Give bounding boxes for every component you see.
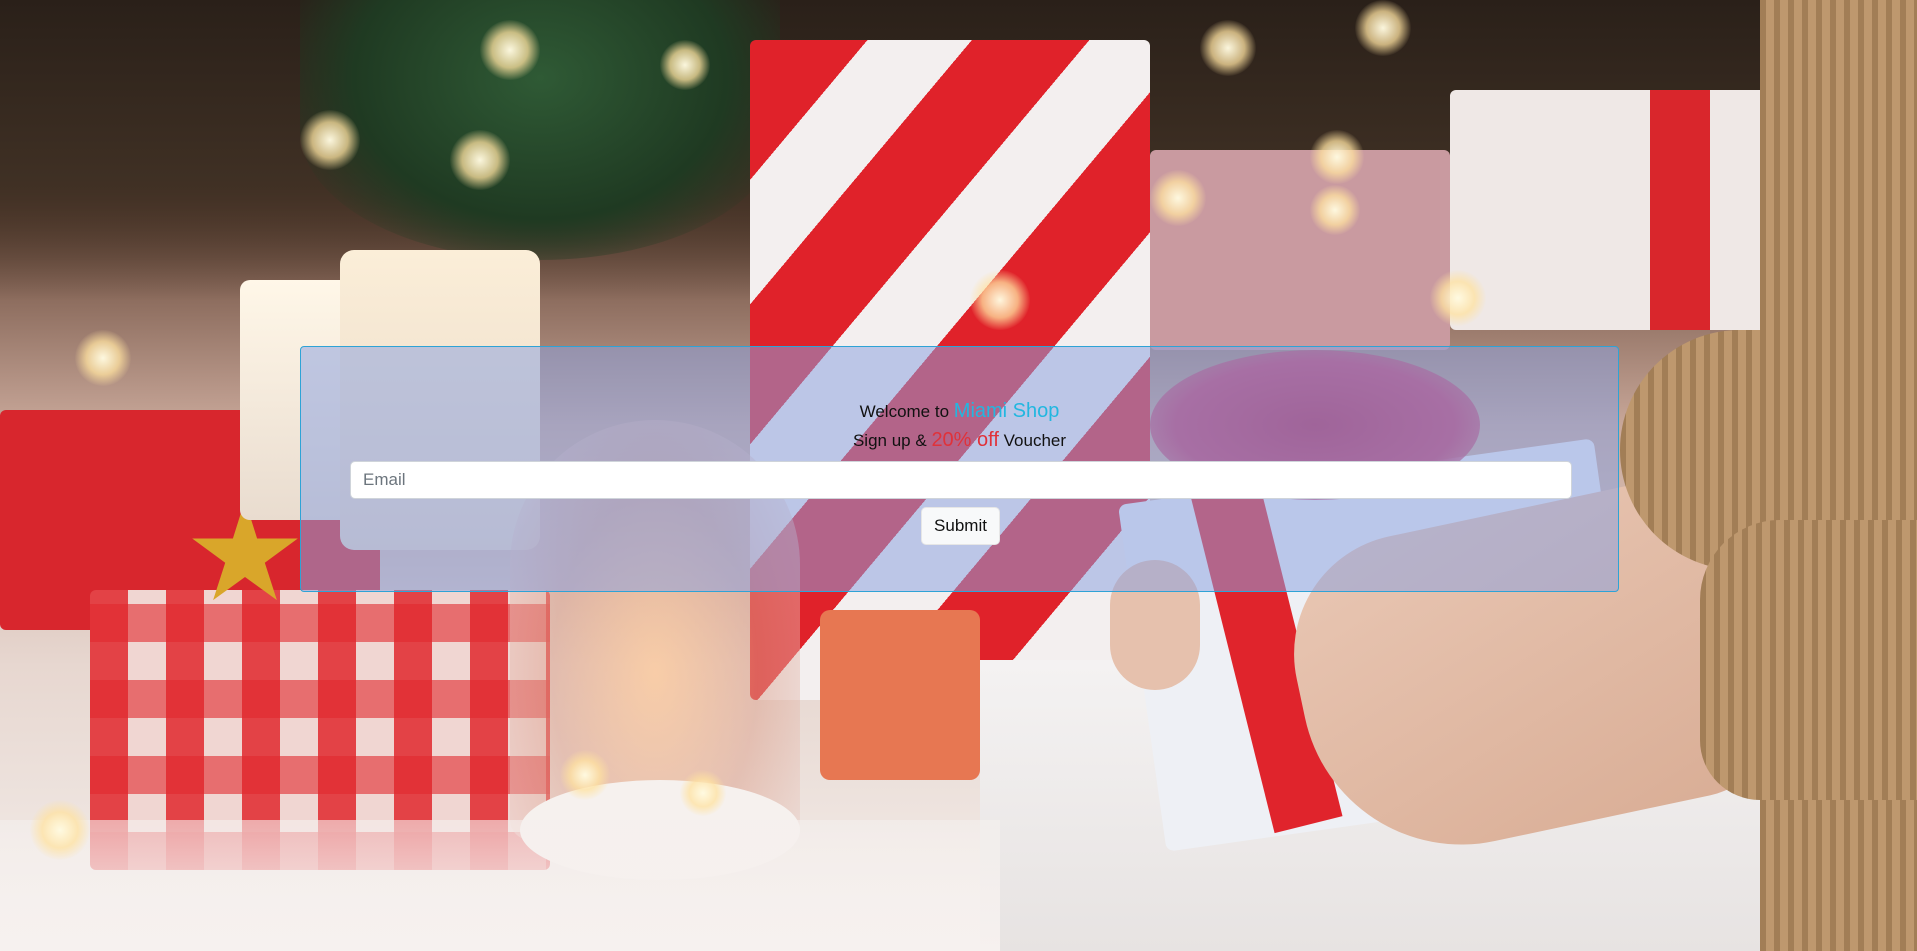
email-field[interactable] xyxy=(350,461,1572,499)
bokeh-light xyxy=(450,130,510,190)
voucher-offer: Sign up & 20% off Voucher xyxy=(301,428,1618,453)
signup-suffix: Voucher xyxy=(1003,431,1067,450)
bokeh-light xyxy=(30,800,90,860)
knit-cuff xyxy=(1700,520,1917,800)
orange-gift xyxy=(820,610,980,780)
bokeh-light xyxy=(1200,20,1256,76)
bokeh-light xyxy=(680,770,726,816)
discount-amount: 20% off xyxy=(931,429,999,451)
bokeh-light xyxy=(1310,185,1360,235)
bokeh-light xyxy=(560,750,610,800)
snow-floor xyxy=(0,820,1000,951)
bokeh-light xyxy=(1430,270,1486,326)
bokeh-light xyxy=(1150,170,1206,226)
bokeh-light xyxy=(970,270,1030,330)
welcome-heading: Welcome to Miami Shop xyxy=(301,399,1618,424)
submit-button[interactable]: Submit xyxy=(921,507,1000,545)
bokeh-light xyxy=(75,330,131,386)
white-gift-box-right xyxy=(1450,90,1810,330)
christmas-tree xyxy=(300,0,780,260)
welcome-prefix: Welcome to xyxy=(859,402,950,421)
bokeh-light xyxy=(1355,0,1411,56)
bokeh-light xyxy=(300,110,360,170)
brand-name: Miami Shop xyxy=(953,400,1060,422)
bokeh-light xyxy=(660,40,710,90)
red-ribbon-right xyxy=(1650,90,1710,330)
bokeh-light xyxy=(480,20,540,80)
bokeh-light xyxy=(1310,130,1364,184)
signup-prefix: Sign up & xyxy=(852,431,927,450)
signup-panel: Welcome to Miami Shop Sign up & 20% off … xyxy=(300,346,1619,592)
